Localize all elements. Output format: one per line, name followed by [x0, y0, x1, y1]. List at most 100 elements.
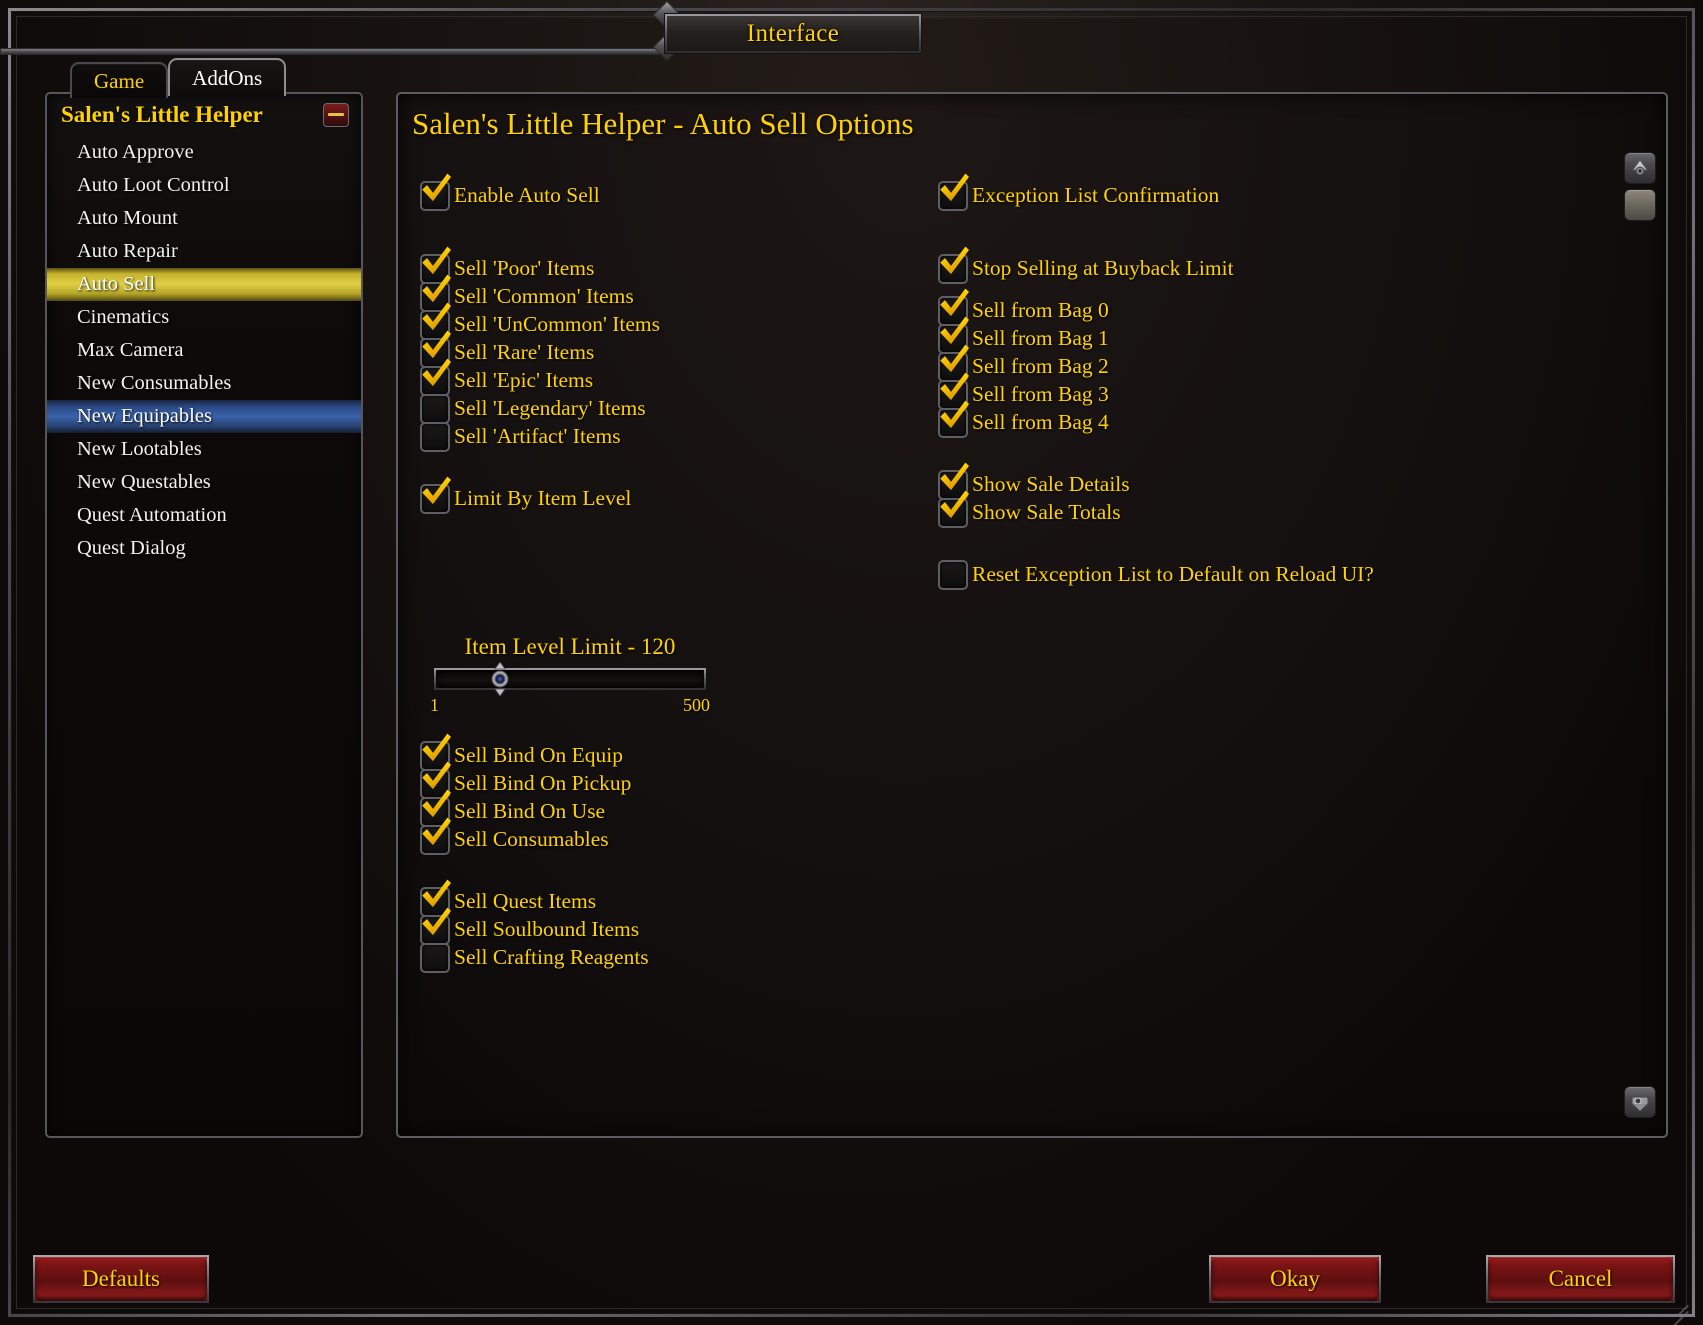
option-sell-legendary-items[interactable]: Sell 'Legendary' Items: [420, 394, 980, 424]
option-show-sale-details[interactable]: Show Sale Details: [938, 470, 1638, 500]
sidebar-item-new-questables[interactable]: New Questables: [47, 466, 361, 499]
option-reset-exception-list-to-default-on-reload-ui-[interactable]: Reset Exception List to Default on Reloa…: [938, 560, 1638, 590]
option-label: Reset Exception List to Default on Reloa…: [972, 562, 1374, 587]
compartment-glyph: [1632, 159, 1648, 176]
checkbox-checked-icon[interactable]: [420, 484, 450, 514]
okay-button[interactable]: Okay: [1209, 1255, 1381, 1303]
option-sell-soulbound-items[interactable]: Sell Soulbound Items: [420, 915, 980, 945]
option-show-sale-totals[interactable]: Show Sale Totals: [938, 498, 1638, 528]
option-sell-consumables[interactable]: Sell Consumables: [420, 825, 980, 855]
options-left-column: Enable Auto Sell Sell 'Poor' Items Sell 'C…: [420, 181, 980, 514]
sidebar-item-label: Cinematics: [77, 306, 170, 328]
checkbox-checked-icon[interactable]: [938, 181, 968, 211]
slider-thumb[interactable]: [489, 661, 511, 697]
tab-game[interactable]: Game: [70, 62, 169, 98]
option-label: Exception List Confirmation: [972, 183, 1220, 208]
option-sell-bind-on-use[interactable]: Sell Bind On Use: [420, 797, 980, 827]
option-label: Sell 'UnCommon' Items: [454, 312, 661, 337]
option-label: Stop Selling at Buyback Limit: [972, 256, 1234, 281]
sidebar-item-auto-repair[interactable]: Auto Repair: [47, 235, 361, 268]
sidebar-item-label: New Questables: [77, 471, 211, 493]
option-sell-common-items[interactable]: Sell 'Common' Items: [420, 282, 980, 312]
checkbox-checked-icon[interactable]: [938, 408, 968, 438]
checkbox-checked-icon[interactable]: [938, 254, 968, 284]
options-left-lower-column: Sell Bind On Equip Sell Bind On Pickup Sel…: [420, 741, 980, 973]
checkbox-unchecked-icon[interactable]: [420, 394, 450, 424]
item-level-limit-slider[interactable]: [434, 661, 706, 697]
sidebar-item-label: Auto Approve: [77, 141, 194, 163]
sidebar-item-label: Auto Sell: [77, 273, 156, 295]
sidebar-item-label: Auto Repair: [77, 240, 178, 262]
option-sell-epic-items[interactable]: Sell 'Epic' Items: [420, 366, 980, 396]
checkbox-checked-icon[interactable]: [938, 498, 968, 528]
slider-thumb-glyph: [491, 661, 509, 697]
option-label: Sell from Bag 4: [972, 410, 1109, 435]
tab-bar: Game AddOns: [70, 58, 287, 98]
option-sell-from-bag-4[interactable]: Sell from Bag 4: [938, 408, 1638, 438]
tab-addons[interactable]: AddOns: [168, 58, 287, 96]
option-limit-by-item-level[interactable]: Limit By Item Level: [420, 484, 980, 514]
sidebar-item-max-camera[interactable]: Max Camera: [47, 334, 361, 367]
checkbox-checked-icon[interactable]: [420, 366, 450, 396]
option-sell-from-bag-1[interactable]: Sell from Bag 1: [938, 324, 1638, 354]
sidebar-item-new-consumables[interactable]: New Consumables: [47, 367, 361, 400]
sidebar-item-label: Quest Automation: [77, 504, 227, 526]
checkbox-unchecked-icon[interactable]: [420, 943, 450, 973]
sidebar-item-auto-mount[interactable]: Auto Mount: [47, 202, 361, 235]
sidebar-item-auto-loot-control[interactable]: Auto Loot Control: [47, 169, 361, 202]
option-label: Sell Bind On Pickup: [454, 771, 632, 796]
option-sell-uncommon-items[interactable]: Sell 'UnCommon' Items: [420, 310, 980, 340]
sidebar-item-label: Auto Mount: [77, 207, 178, 229]
cancel-button[interactable]: Cancel: [1486, 1255, 1675, 1303]
option-label: Sell 'Common' Items: [454, 284, 634, 309]
titlebar-left-arm: [0, 48, 660, 55]
tab-addons-label: AddOns: [192, 65, 263, 90]
addon-compartment-icon[interactable]: [1624, 152, 1656, 184]
window-title-plate: Interface: [665, 14, 921, 53]
sidebar-item-auto-approve[interactable]: Auto Approve: [47, 136, 361, 169]
option-label: Sell Quest Items: [454, 889, 597, 914]
defaults-button-label: Defaults: [82, 1266, 160, 1291]
minus-icon[interactable]: [323, 103, 349, 127]
option-sell-from-bag-0[interactable]: Sell from Bag 0: [938, 296, 1638, 326]
option-exception-list-confirmation[interactable]: Exception List Confirmation: [938, 181, 1638, 211]
sidebar-item-quest-automation[interactable]: Quest Automation: [47, 499, 361, 532]
page-title: Salen's Little Helper - Auto Sell Option…: [412, 106, 914, 141]
checkbox-unchecked-icon[interactable]: [938, 560, 968, 590]
option-sell-crafting-reagents[interactable]: Sell Crafting Reagents: [420, 943, 980, 973]
interface-options-window: Interface Game AddOns Salen's Little Hel…: [0, 0, 1703, 1325]
option-label: Sell Bind On Equip: [454, 743, 624, 768]
sidebar-item-label: Quest Dialog: [77, 537, 186, 559]
option-stop-selling-at-buyback-limit[interactable]: Stop Selling at Buyback Limit: [938, 254, 1638, 284]
checkbox-checked-icon[interactable]: [420, 825, 450, 855]
checkbox-checked-icon[interactable]: [420, 181, 450, 211]
option-label: Sell Consumables: [454, 827, 609, 852]
sidebar-item-quest-dialog[interactable]: Quest Dialog: [47, 532, 361, 565]
options-right-column: Exception List Confirmation Stop Selling …: [938, 181, 1638, 590]
sidebar-item-new-equipables[interactable]: New Equipables: [47, 400, 361, 433]
camera-icon[interactable]: [1624, 1086, 1656, 1118]
defaults-button[interactable]: Defaults: [33, 1255, 209, 1303]
option-sell-bind-on-pickup[interactable]: Sell Bind On Pickup: [420, 769, 980, 799]
option-sell-quest-items[interactable]: Sell Quest Items: [420, 887, 980, 917]
addon-category-items: Auto Approve Auto Loot Control Auto Mount A…: [47, 136, 361, 565]
option-sell-artifact-items[interactable]: Sell 'Artifact' Items: [420, 422, 980, 452]
option-sell-poor-items[interactable]: Sell 'Poor' Items: [420, 254, 980, 284]
checkbox-checked-icon[interactable]: [420, 915, 450, 945]
sidebar-item-cinematics[interactable]: Cinematics: [47, 301, 361, 334]
checkbox-unchecked-icon[interactable]: [420, 422, 450, 452]
slider-range-labels: 1 500: [420, 690, 720, 716]
sidebar-item-new-lootables[interactable]: New Lootables: [47, 433, 361, 466]
option-sell-bind-on-equip[interactable]: Sell Bind On Equip: [420, 741, 980, 771]
option-enable-auto-sell[interactable]: Enable Auto Sell: [420, 181, 980, 211]
window-title: Interface: [746, 19, 840, 47]
option-label: Limit By Item Level: [454, 486, 632, 511]
sidebar-item-auto-sell[interactable]: Auto Sell: [47, 268, 361, 301]
tab-game-label: Game: [94, 68, 145, 93]
option-sell-from-bag-3[interactable]: Sell from Bag 3: [938, 380, 1638, 410]
option-label: Sell from Bag 3: [972, 382, 1109, 407]
option-sell-from-bag-2[interactable]: Sell from Bag 2: [938, 352, 1638, 382]
option-sell-rare-items[interactable]: Sell 'Rare' Items: [420, 338, 980, 368]
